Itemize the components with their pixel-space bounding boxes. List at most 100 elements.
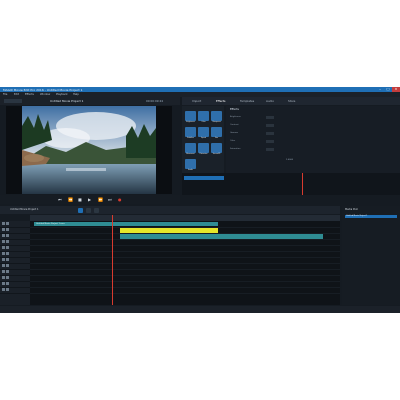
tab-audio[interactable]: Audio	[266, 99, 274, 103]
mute-icon[interactable]	[2, 222, 5, 225]
property-label: Color	[230, 140, 236, 142]
menu-window[interactable]: Window	[40, 93, 50, 96]
track-headers	[0, 221, 30, 305]
track-header[interactable]	[0, 287, 30, 294]
mute-icon[interactable]	[2, 228, 5, 231]
effect-tile-label: Stereo3D	[212, 154, 221, 155]
mute-icon[interactable]	[2, 234, 5, 237]
mute-icon[interactable]	[2, 282, 5, 285]
menu-edit[interactable]: Edit	[14, 93, 19, 96]
effect-tile[interactable]	[185, 111, 196, 121]
solo-icon[interactable]	[6, 228, 9, 231]
properties-header: Effects	[230, 108, 239, 111]
solo-icon[interactable]	[6, 258, 9, 261]
delete-icon[interactable]	[94, 207, 99, 213]
preview-frame-image	[22, 106, 156, 194]
effect-tile-label: Stabilize	[187, 138, 194, 139]
timeline-tab[interactable]: Untitled Movie Project 1	[10, 208, 39, 211]
property-slider[interactable]	[266, 124, 274, 127]
mute-icon[interactable]	[2, 264, 5, 267]
effect-tile[interactable]	[185, 143, 196, 153]
solo-icon[interactable]	[6, 222, 9, 225]
property-row: Saturation	[230, 148, 300, 151]
effect-tile[interactable]	[211, 111, 222, 121]
preview-title: Untitled Movie Project 1	[50, 99, 84, 103]
solo-icon[interactable]	[6, 252, 9, 255]
effect-tile-label: Distortion	[199, 154, 208, 155]
solo-icon[interactable]	[6, 240, 9, 243]
property-row: Gamma	[230, 132, 300, 135]
transport-controls: ⏮ ⏪ ■ ▶ ⏩ ⏭ ●	[0, 195, 180, 204]
effect-tile-label: Movement	[186, 154, 195, 155]
menu-playback[interactable]: Playback	[56, 93, 68, 96]
keyframe-selected-row[interactable]	[184, 176, 224, 180]
mute-icon[interactable]	[2, 288, 5, 291]
rewind-icon[interactable]: ⏪	[68, 197, 73, 202]
video-clip[interactable]: Untitled Movie Project 1.mxv	[34, 222, 218, 226]
tab-effects[interactable]: Effects	[216, 99, 226, 103]
menu-file[interactable]: File	[3, 93, 7, 96]
media-pool-header: Media Pool	[345, 208, 358, 211]
solo-icon[interactable]	[6, 270, 9, 273]
effect-tile-label: Color	[201, 122, 206, 123]
mute-icon[interactable]	[2, 276, 5, 279]
effect-tile[interactable]	[185, 159, 196, 169]
audio-clip[interactable]	[120, 234, 323, 239]
effect-tile-label: Brightness	[186, 122, 195, 123]
property-label: Contrast	[230, 124, 239, 126]
effect-tile-label: Audio	[188, 170, 193, 171]
mute-icon[interactable]	[2, 246, 5, 249]
tab-store[interactable]: Store	[288, 99, 295, 103]
menu-help[interactable]: Help	[73, 93, 79, 96]
mute-icon[interactable]	[2, 270, 5, 273]
menu-effects[interactable]: Effects	[25, 93, 34, 96]
play-icon[interactable]: ▶	[88, 197, 91, 202]
track-lane[interactable]	[30, 287, 340, 294]
keyframe-area[interactable]	[182, 173, 400, 195]
media-tabs: Import Effects Templates Audio Store	[182, 97, 400, 105]
preview-mode-toggle[interactable]	[4, 99, 22, 103]
tab-templates[interactable]: Templates	[240, 99, 254, 103]
mouse-mode-icon[interactable]	[78, 207, 83, 213]
video-preview[interactable]	[6, 106, 172, 194]
property-slider[interactable]	[266, 148, 274, 151]
mute-icon[interactable]	[2, 240, 5, 243]
property-label: Brightness	[230, 116, 241, 118]
keyframe-playhead[interactable]	[302, 173, 303, 195]
effect-tile-label: Sharpness	[212, 122, 221, 123]
media-pool-item-label: Untitled Movie Project 1	[346, 215, 368, 217]
window-title: MAGIX Movie Edit Pro 2016 - Untitled Mov…	[3, 87, 83, 92]
property-value: 1,0000	[286, 159, 293, 161]
stop-icon[interactable]: ■	[78, 197, 82, 202]
property-slider[interactable]	[266, 140, 274, 143]
property-slider[interactable]	[266, 116, 274, 119]
solo-icon[interactable]	[6, 246, 9, 249]
effect-tile[interactable]	[198, 127, 209, 137]
cut-icon[interactable]	[86, 207, 91, 213]
property-row: Contrast	[230, 124, 300, 127]
solo-icon[interactable]	[6, 264, 9, 267]
skip-forward-icon[interactable]: ⏭	[108, 197, 112, 202]
effect-tile[interactable]	[198, 111, 209, 121]
solo-icon[interactable]	[6, 276, 9, 279]
property-slider[interactable]	[266, 132, 274, 135]
title-clip[interactable]	[120, 228, 218, 233]
solo-icon[interactable]	[6, 282, 9, 285]
timeline-toolbar: Untitled Movie Project 1	[0, 206, 340, 214]
effect-tile[interactable]	[185, 127, 196, 137]
playhead[interactable]	[112, 221, 113, 305]
mute-icon[interactable]	[2, 252, 5, 255]
preview-timecode: 00:00:09:24	[146, 99, 164, 103]
effect-tile[interactable]	[198, 143, 209, 153]
effect-tile[interactable]	[211, 127, 222, 137]
record-icon[interactable]: ●	[118, 197, 122, 202]
timeline-tracks[interactable]: Untitled Movie Project 1.mxv	[30, 221, 340, 305]
mute-icon[interactable]	[2, 258, 5, 261]
effect-tile[interactable]	[211, 143, 222, 153]
media-pool-item[interactable]: Untitled Movie Project 1	[345, 215, 397, 218]
tab-import[interactable]: Import	[192, 99, 201, 103]
forward-icon[interactable]: ⏩	[98, 197, 103, 202]
solo-icon[interactable]	[6, 288, 9, 291]
skip-back-icon[interactable]: ⏮	[58, 197, 62, 202]
solo-icon[interactable]	[6, 234, 9, 237]
